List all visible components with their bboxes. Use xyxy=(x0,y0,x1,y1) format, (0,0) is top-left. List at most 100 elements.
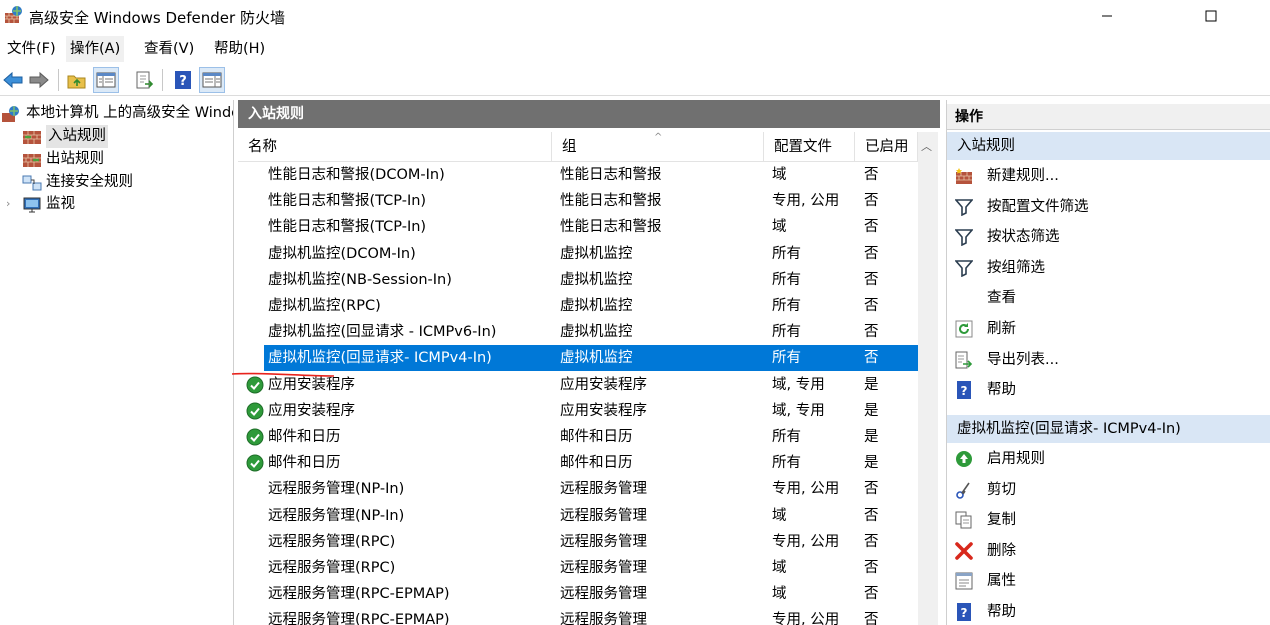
back-button[interactable] xyxy=(0,67,26,93)
maximize-button[interactable] xyxy=(1188,0,1234,32)
action-item[interactable]: 复制 xyxy=(947,505,1270,535)
rule-group: 虚拟机监控 xyxy=(560,324,633,341)
rule-row[interactable]: 应用安装程序 应用安装程序 域, 专用 是 xyxy=(246,372,918,398)
properties-icon xyxy=(955,572,973,590)
show-tree-button[interactable] xyxy=(93,67,119,93)
rule-group: 远程服务管理 xyxy=(560,612,647,625)
help-button[interactable]: ? xyxy=(170,67,196,93)
action-item[interactable]: 删除 xyxy=(947,536,1270,566)
action-label: 按状态筛选 xyxy=(987,229,1060,246)
menu-view[interactable]: 查看(V) xyxy=(140,36,198,62)
rule-name: 远程服务管理(RPC-EPMAP) xyxy=(268,586,450,603)
copy-icon xyxy=(955,511,972,529)
rule-profile: 专用, 公用 xyxy=(772,481,840,498)
help-icon: ? xyxy=(175,71,191,89)
rule-row[interactable]: 远程服务管理(RPC-EPMAP) 远程服务管理 专用, 公用 否 xyxy=(246,607,918,625)
rule-enabled: 否 xyxy=(864,533,879,550)
action-item[interactable]: 刷新 xyxy=(947,314,1270,344)
action-label: 复制 xyxy=(987,512,1016,529)
tree-item-inbound-rules[interactable]: 入站规则 xyxy=(22,125,108,148)
menu-action[interactable]: 操作(A) xyxy=(66,36,125,62)
action-item[interactable]: 新建规则... xyxy=(947,161,1270,191)
tree-root-label: 本地计算机 上的高级安全 Windows Defender 防火墙 xyxy=(26,105,233,121)
column-header-row: 名称 ^ 组 配置文件 已启用 xyxy=(238,132,918,162)
rule-row[interactable]: 性能日志和警报(DCOM-In) 性能日志和警报 域 否 xyxy=(246,162,918,188)
scroll-up-icon[interactable]: ︿ xyxy=(921,138,932,154)
action-label: 属性 xyxy=(987,573,1016,590)
menu-help[interactable]: 帮助(H) xyxy=(210,36,269,62)
rule-row[interactable]: 性能日志和警报(TCP-In) 性能日志和警报 域 否 xyxy=(246,214,918,240)
rule-row[interactable]: 邮件和日历 邮件和日历 所有 是 xyxy=(246,424,918,450)
rule-row[interactable]: 虚拟机监控(NB-Session-In) 虚拟机监控 所有 否 xyxy=(246,267,918,293)
action-item[interactable]: 按组筛选 xyxy=(947,253,1270,283)
rule-row[interactable]: 虚拟机监控(DCOM-In) 虚拟机监控 所有 否 xyxy=(246,241,918,267)
tree-item-label: 连接安全规则 xyxy=(46,174,133,190)
rule-profile: 所有 xyxy=(772,324,801,341)
folder-up-icon xyxy=(67,75,86,89)
actions-section-inbound[interactable]: 入站规则 xyxy=(947,132,1270,160)
export-list-button[interactable] xyxy=(132,67,158,93)
filter-icon xyxy=(955,198,973,216)
action-item[interactable]: 启用规则 xyxy=(947,444,1270,474)
rule-row[interactable]: 虚拟机监控(RPC) 虚拟机监控 所有 否 xyxy=(246,293,918,319)
tree-item-label: 出站规则 xyxy=(46,151,104,167)
rule-row[interactable]: 应用安装程序 应用安装程序 域, 专用 是 xyxy=(246,398,918,424)
rule-group: 远程服务管理 xyxy=(560,560,647,576)
rule-profile: 域, 专用 xyxy=(772,376,825,393)
svg-text:?: ? xyxy=(961,606,968,620)
rule-row[interactable]: 远程服务管理(NP-In) 远程服务管理 域 否 xyxy=(246,503,918,529)
rule-row[interactable]: 远程服务管理(RPC-EPMAP) 远程服务管理 域 否 xyxy=(246,581,918,607)
monitor-icon xyxy=(23,197,41,212)
action-item[interactable]: 属性 xyxy=(947,566,1270,596)
rule-name: 应用安装程序 xyxy=(268,376,355,393)
show-action-pane-button[interactable] xyxy=(199,67,225,93)
action-item[interactable]: 剪切 xyxy=(947,475,1270,505)
action-item[interactable]: 按配置文件筛选 xyxy=(947,192,1270,222)
svg-text:?: ? xyxy=(179,74,187,89)
rule-name: 虚拟机监控(RPC) xyxy=(268,298,381,314)
rule-row[interactable]: 邮件和日历 邮件和日历 所有 是 xyxy=(246,450,918,476)
rule-name: 应用安装程序 xyxy=(268,402,355,419)
tree-item-outbound-rules[interactable]: 出站规则 xyxy=(22,148,104,171)
tree-item-connection-security-rules[interactable]: 连接安全规则 xyxy=(22,171,133,194)
rule-name: 远程服务管理(RPC) xyxy=(268,560,396,576)
rule-profile: 域 xyxy=(772,219,787,236)
rule-name: 虚拟机监控(NB-Session-In) xyxy=(268,271,452,288)
action-item[interactable]: ? 帮助 xyxy=(947,597,1270,625)
rule-row[interactable]: 虚拟机监控(回显请求- ICMPv4-In) 虚拟机监控 所有 否 xyxy=(264,345,918,372)
up-level-button[interactable] xyxy=(64,67,90,93)
action-item[interactable]: 按状态筛选 xyxy=(947,222,1270,252)
menu-file[interactable]: 文件(F) xyxy=(3,36,60,62)
column-enabled[interactable]: 已启用 xyxy=(855,132,918,162)
column-name[interactable]: 名称 xyxy=(238,132,552,162)
rule-enabled: 是 xyxy=(864,455,879,472)
expand-chevron-icon[interactable]: › xyxy=(6,197,10,210)
rule-name: 远程服务管理(RPC) xyxy=(268,533,396,550)
vertical-scrollbar[interactable]: ︿ xyxy=(918,132,938,625)
minimize-button[interactable] xyxy=(1084,0,1130,32)
action-item[interactable]: 查看 xyxy=(947,283,1270,313)
rule-row[interactable]: 远程服务管理(RPC) 远程服务管理 域 否 xyxy=(246,555,918,581)
forward-button[interactable] xyxy=(26,67,52,93)
rule-row[interactable]: 性能日志和警报(TCP-In) 性能日志和警报 专用, 公用 否 xyxy=(246,188,918,214)
actions-section-selected-rule[interactable]: 虚拟机监控(回显请求- ICMPv4-In) xyxy=(947,415,1270,443)
rule-name: 远程服务管理(NP-In) xyxy=(268,481,405,498)
rule-enabled: 否 xyxy=(864,219,879,236)
rule-group: 虚拟机监控 xyxy=(560,271,633,288)
rule-row[interactable]: 远程服务管理(NP-In) 远程服务管理 专用, 公用 否 xyxy=(246,476,918,502)
rule-row[interactable]: 远程服务管理(RPC) 远程服务管理 专用, 公用 否 xyxy=(246,529,918,555)
toolbar: ? xyxy=(0,64,1270,96)
action-label: 按组筛选 xyxy=(987,259,1045,276)
rule-group: 邮件和日历 xyxy=(560,455,633,472)
rule-profile: 域, 专用 xyxy=(772,402,825,419)
action-item[interactable]: 导出列表... xyxy=(947,345,1270,375)
rule-row[interactable]: 虚拟机监控(回显请求 - ICMPv6-In) 虚拟机监控 所有 否 xyxy=(246,319,918,345)
action-item[interactable]: ? 帮助 xyxy=(947,375,1270,405)
tree-item-label: 入站规则 xyxy=(46,125,108,148)
rule-group: 邮件和日历 xyxy=(560,429,633,445)
tree-item-monitoring[interactable]: 监视 xyxy=(22,193,75,216)
export-icon xyxy=(955,351,973,369)
column-profile[interactable]: 配置文件 xyxy=(764,132,855,162)
tree-root[interactable]: 本地计算机 上的高级安全 Windows Defender 防火墙 xyxy=(2,102,233,125)
column-group[interactable]: 组 xyxy=(552,132,764,162)
